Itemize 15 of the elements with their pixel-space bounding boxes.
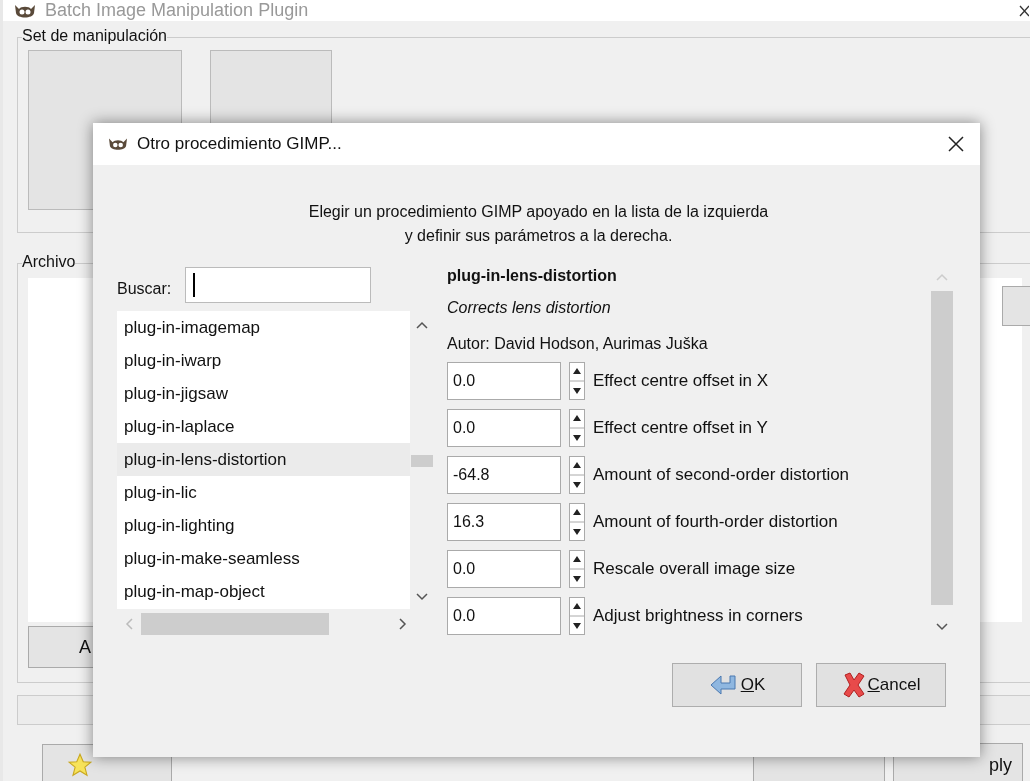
search-label: Buscar:	[117, 280, 172, 298]
instruction-text: y definir sus parámetros a la derecha.	[404, 227, 673, 245]
procedure-name: plug-in-lens-distortion	[447, 267, 618, 285]
parameter-label: Effect centre offset in X	[593, 371, 769, 391]
parameter-label: Amount of fourth-order distortion	[593, 512, 838, 532]
frame-label: Set de manipulación	[22, 27, 167, 45]
procedure-description: Corrects lens distortion	[447, 299, 612, 317]
procedure-author: Autor: David Hodson, Aurimas Juška	[447, 335, 709, 353]
parameter-label: Adjust brightness in corners	[593, 606, 803, 626]
parameter-label: Rescale overall image size	[593, 559, 796, 579]
window-title: Batch Image Manipulation Plugin	[45, 0, 309, 21]
parameter-label: Amount of second-order distortion	[593, 465, 850, 485]
dialog-title: Otro procedimiento GIMP...	[137, 134, 342, 154]
instruction-text: Elegir un procedimiento GIMP apoyado en la lista de la izquierda	[308, 203, 769, 221]
parameter-label: Effect centre offset in Y	[593, 418, 768, 438]
